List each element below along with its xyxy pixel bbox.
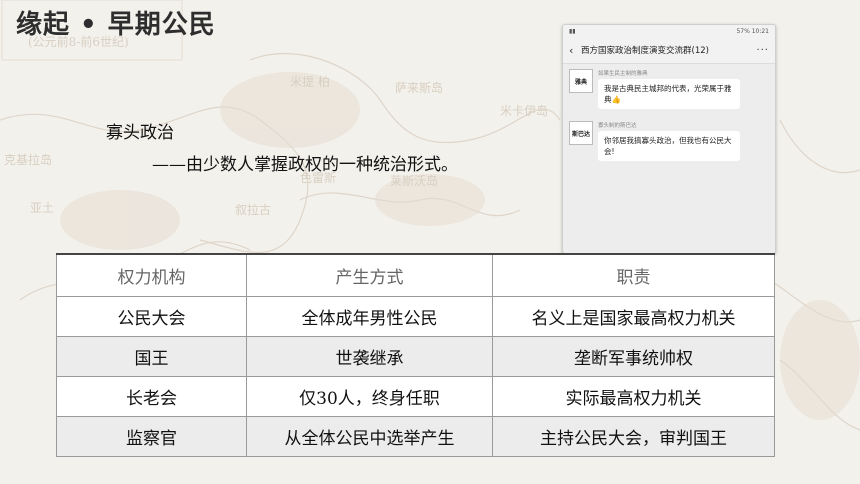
sender-name: 如果生民主制的雅典	[598, 71, 648, 77]
table-cell: 全体成年男性公民	[246, 296, 493, 337]
table-cell: 长老会	[56, 376, 247, 417]
table-header-row: 权力机构 产生方式 职责	[56, 253, 775, 297]
avatar: 雅典	[569, 69, 593, 93]
signal-icon: ▮▮	[569, 27, 576, 35]
status-bar: ▮▮ 57% 10:21	[563, 25, 775, 37]
avatar: 斯巴达	[569, 121, 593, 145]
map-label: 米卡伊岛	[500, 103, 548, 118]
message-bubble: 你邻居我搞寡头政治，但我也有公民大会!	[598, 131, 740, 161]
column-header: 产生方式	[246, 253, 493, 297]
map-label: 萨来斯岛	[395, 80, 443, 95]
chat-title: 西方国家政治制度演变交流群(12)	[581, 46, 709, 56]
column-header: 职责	[492, 253, 775, 297]
phone-chat-screenshot: ▮▮ 57% 10:21 ‹ 西方国家政治制度演变交流群(12) ··· 雅典 …	[562, 24, 776, 254]
chat-message: 斯巴达 寡头制的斯巴达 你邻居我搞寡头政治，但我也有公民大会!	[569, 121, 740, 161]
message-bubble: 我是古典民主城邦的代表，光荣属于雅典👍	[598, 79, 740, 109]
map-label: 叙拉古	[235, 202, 271, 217]
government-structure-table: 权力机构 产生方式 职责 公民大会 全体成年男性公民 名义上是国家最高权力机关 …	[56, 253, 775, 457]
table-cell: 名义上是国家最高权力机关	[492, 296, 775, 337]
more-icon[interactable]: ···	[756, 45, 769, 56]
table-row: 国王 世袭继承 垄断军事统帅权	[56, 336, 775, 377]
concept-term: 寡头政治	[106, 123, 174, 143]
table-cell: 实际最高权力机关	[492, 376, 775, 417]
table-cell: 世袭继承	[246, 336, 493, 377]
chat-header: ‹ 西方国家政治制度演变交流群(12) ···	[563, 37, 775, 64]
table-cell: 从全体公民中选举产生	[246, 416, 493, 457]
table-cell: 监察官	[56, 416, 247, 457]
battery-time: 57% 10:21	[736, 27, 769, 35]
column-header: 权力机构	[56, 253, 247, 297]
map-label: 莱斯沃岛	[390, 173, 438, 188]
table-row: 监察官 从全体公民中选举产生 主持公民大会，审判国王	[56, 416, 775, 457]
back-arrow-icon[interactable]: ‹	[569, 44, 581, 57]
table-cell: 国王	[56, 336, 247, 377]
map-label: 米提 柏	[290, 74, 330, 89]
concept-definition: ——由少数人掌握政权的一种统治形式。	[152, 155, 458, 175]
table-cell: 垄断军事统帅权	[492, 336, 775, 377]
table-cell: 仅30人，终身任职	[246, 376, 493, 417]
table-row: 长老会 仅30人，终身任职 实际最高权力机关	[56, 376, 775, 417]
sender-name: 寡头制的斯巴达	[598, 123, 637, 129]
chat-message: 雅典 如果生民主制的雅典 我是古典民主城邦的代表，光荣属于雅典👍	[569, 69, 740, 109]
map-label: 克基拉岛	[4, 152, 52, 167]
table-cell: 主持公民大会，审判国王	[492, 416, 775, 457]
map-label: 亚土	[30, 201, 54, 215]
slide-title: 缘起 • 早期公民	[16, 10, 216, 40]
table-row: 公民大会 全体成年男性公民 名义上是国家最高权力机关	[56, 296, 775, 337]
table-cell: 公民大会	[56, 296, 247, 337]
